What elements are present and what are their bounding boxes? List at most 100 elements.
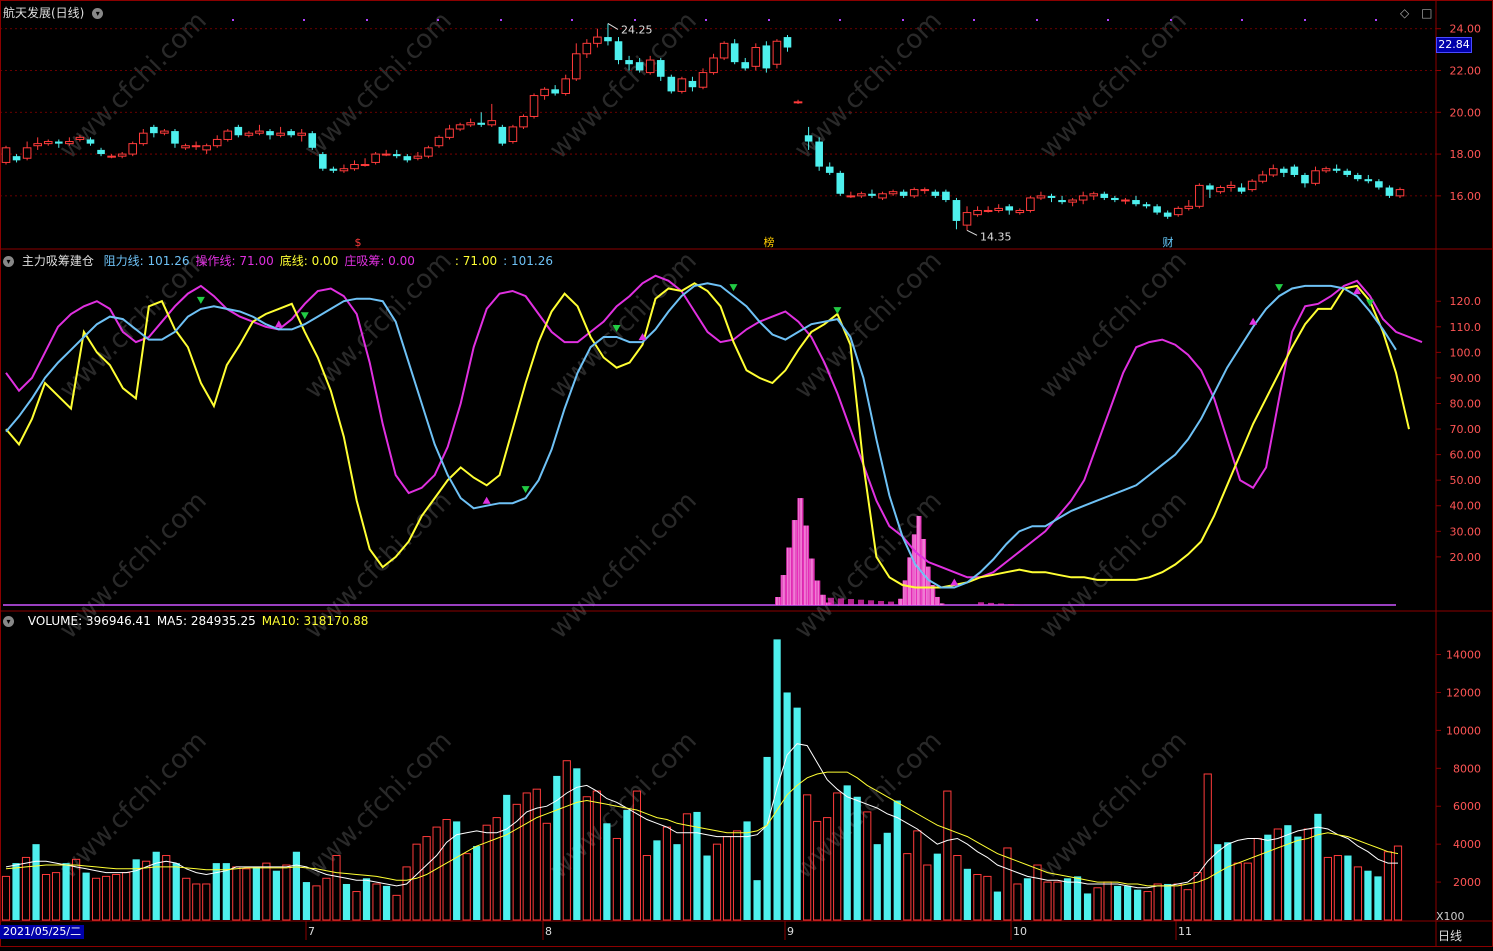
volume-bar-down bbox=[1084, 893, 1091, 920]
candle-body-down bbox=[1238, 188, 1246, 192]
volume-bar-up bbox=[1144, 892, 1151, 920]
volume-bar-down bbox=[473, 846, 480, 920]
volume-bar-up bbox=[263, 863, 270, 920]
volume-bar-up bbox=[42, 874, 49, 920]
signal-dot bbox=[232, 19, 234, 21]
candle-body-up bbox=[76, 137, 84, 139]
candle-body-down bbox=[1164, 213, 1172, 217]
diamond-icon[interactable]: ◇ bbox=[1400, 6, 1409, 20]
volume-bar-down bbox=[62, 863, 69, 920]
ind-tick-label: 120.0 bbox=[1450, 295, 1482, 308]
candle-body-down bbox=[1111, 198, 1119, 200]
candle-body-down bbox=[1101, 194, 1109, 198]
chevron-down-icon[interactable]: ▾ bbox=[3, 256, 14, 267]
volume-bar-down bbox=[1134, 890, 1141, 920]
candle-body-up bbox=[963, 213, 971, 226]
candle-body-up bbox=[161, 131, 169, 133]
candle-body-down bbox=[1132, 200, 1140, 204]
volume-bar-up bbox=[93, 878, 100, 920]
signal-dot bbox=[303, 19, 305, 21]
volume-bar-down bbox=[784, 692, 791, 920]
candle-body-up bbox=[699, 73, 707, 88]
volume-bar-down bbox=[1374, 876, 1381, 920]
volume-bar-down bbox=[1124, 886, 1131, 920]
candle-body-up bbox=[372, 154, 380, 162]
volume-bar-down bbox=[83, 873, 90, 920]
accum-bar bbox=[868, 600, 874, 605]
signal-dot bbox=[839, 19, 841, 21]
volume-bar-down bbox=[653, 840, 660, 920]
candle-body-down bbox=[900, 192, 908, 196]
watermark-text: www.cfchi.com bbox=[1034, 6, 1193, 165]
candle-body-down bbox=[1291, 167, 1299, 175]
period-label[interactable]: 日线 bbox=[1438, 927, 1462, 944]
volume-bar-down bbox=[964, 869, 971, 920]
buy-triangle-icon bbox=[950, 579, 958, 586]
volume-bar-down bbox=[253, 867, 260, 920]
volume-bar-up bbox=[1014, 884, 1021, 920]
volume-bar-up bbox=[924, 865, 931, 920]
candle-body-up bbox=[1396, 190, 1404, 196]
square-icon[interactable]: □ bbox=[1421, 6, 1432, 20]
chevron-down-icon[interactable]: ▾ bbox=[92, 8, 103, 19]
candle-body-up bbox=[446, 129, 454, 137]
price-tick-label: 16.00 bbox=[1450, 190, 1482, 203]
volume-bar-up bbox=[1274, 829, 1281, 920]
candle-body-up bbox=[572, 54, 580, 79]
candle-body-up bbox=[1122, 200, 1130, 201]
signal-dot bbox=[571, 19, 573, 21]
vol-tick-label: 8000 bbox=[1453, 762, 1481, 775]
volume-bar-up bbox=[1154, 884, 1161, 920]
volume-bar-up bbox=[403, 867, 410, 920]
volume-bar-down bbox=[343, 884, 350, 920]
ind-tick-label: 20.00 bbox=[1450, 551, 1482, 564]
candle-body-down bbox=[604, 37, 612, 41]
volume-bar-down bbox=[303, 882, 310, 920]
cursor-date: 2021/05/25/二 bbox=[0, 925, 84, 939]
volume-bar-down bbox=[994, 892, 1001, 920]
watermark-text: www.cfchi.com bbox=[544, 246, 703, 405]
candle-body-down bbox=[308, 133, 316, 148]
signal-dot bbox=[1375, 19, 1377, 21]
candle-body-down bbox=[763, 45, 771, 68]
candle-body-down bbox=[731, 43, 739, 62]
candle-body-up bbox=[435, 137, 443, 145]
candle-body-up bbox=[995, 208, 1003, 210]
candle-body-up bbox=[456, 125, 464, 129]
chart-canvas[interactable]: www.cfchi.com www.cfchi.com www.cfchi.com w… bbox=[0, 0, 1493, 947]
watermark-text: www.cfchi.com bbox=[789, 246, 948, 405]
volume-bar-up bbox=[313, 886, 320, 920]
signal-dot bbox=[1241, 19, 1243, 21]
volume-bar-up bbox=[613, 838, 620, 920]
candle-body-down bbox=[815, 142, 823, 167]
chevron-down-icon[interactable]: ▾ bbox=[3, 616, 14, 627]
candle-body-down bbox=[741, 62, 749, 68]
volume-bar-up bbox=[1244, 863, 1251, 920]
volume-bar-down bbox=[1224, 842, 1231, 920]
indicator-header: ▾ 主力吸筹建仓 阻力线: 101.26操作线: 71.00底线: 0.00庄吸… bbox=[3, 252, 553, 269]
volume-bar-down bbox=[703, 856, 710, 920]
volume-bar-up bbox=[723, 837, 730, 920]
candle-body-up bbox=[1090, 194, 1098, 196]
volume-bar-up bbox=[1254, 838, 1261, 920]
volume-bar-up bbox=[1034, 865, 1041, 920]
high-pointer bbox=[608, 23, 618, 29]
watermark-text: www.cfchi.com bbox=[299, 6, 458, 165]
sell-triangle-icon bbox=[833, 307, 841, 314]
volume-bar-up bbox=[373, 884, 380, 920]
candle-body-up bbox=[213, 139, 221, 145]
legend-label: 操作线: 71.00 bbox=[196, 254, 274, 268]
candle-body-up bbox=[1016, 210, 1024, 212]
ind-tick-label: 110.0 bbox=[1450, 321, 1482, 334]
accum-bar bbox=[828, 598, 834, 605]
ind-tick-label: 70.00 bbox=[1450, 423, 1482, 436]
chart-stage: www.cfchi.com www.cfchi.com www.cfchi.com w… bbox=[0, 0, 1493, 947]
candle-body-down bbox=[319, 154, 327, 169]
accum-bar bbox=[1008, 604, 1014, 605]
volume-bar-up bbox=[2, 876, 9, 920]
watermark-text: www.cfchi.com bbox=[54, 246, 213, 405]
operation-line bbox=[6, 283, 1409, 587]
candle-body-up bbox=[1079, 196, 1087, 200]
volume-bar-up bbox=[1324, 857, 1331, 920]
vol-tick-label: 6000 bbox=[1453, 800, 1481, 813]
